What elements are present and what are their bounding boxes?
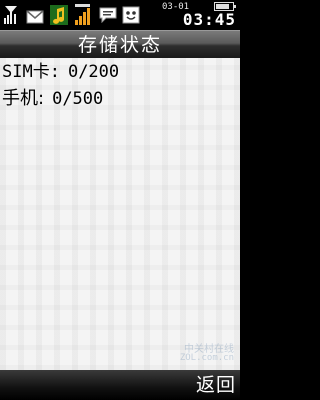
storage-status-panel: SIM卡: 0/200 手机: 0/500 中关村在线 ZOL.com.cn [0,58,240,370]
chat-icon [99,7,117,27]
watermark-en: ZOL.com.cn [179,353,234,363]
page-title: 存储状态 [77,34,162,56]
status-time: 03:45 [182,10,236,29]
phone-storage-row: 手机: 0/500 [2,88,103,110]
watermark: 中关村在线 ZOL.com.cn [164,340,234,366]
softkey-bar: 返回 [0,370,240,400]
media-icon [122,6,140,28]
music-icon [50,5,68,29]
phone-storage-value: 0/500 [52,89,104,109]
signal-strength-icon [74,4,92,30]
sim-storage-row: SIM卡: 0/200 [2,61,119,83]
sim-storage-value: 0/200 [67,62,120,82]
sim-storage-label: SIM卡: [2,62,60,82]
back-button[interactable]: 返回 [196,372,236,398]
message-icon [26,9,44,28]
status-bar: 03-01 03:45 [0,0,240,30]
title-bar: 存储状态 [0,30,240,58]
signal-icon [4,4,18,30]
clock-area: 03-01 03:45 [162,2,236,28]
phone-storage-label: 手机: [2,88,45,109]
